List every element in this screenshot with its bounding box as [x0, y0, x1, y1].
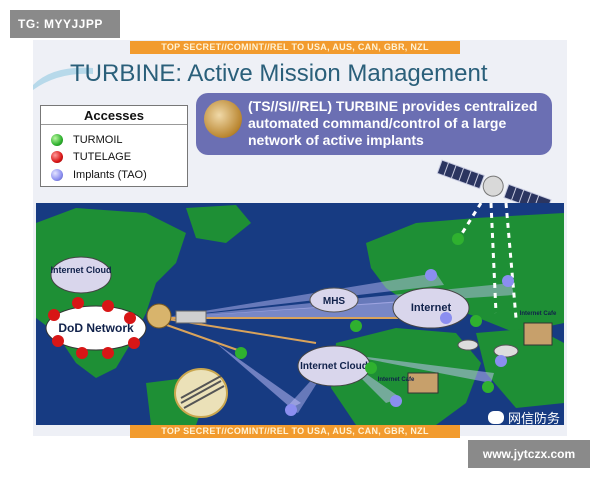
legend-item-implants: Implants (TAO) [51, 167, 147, 183]
link-line [160, 322, 247, 354]
internet-cloud-left: Internet Cloud [50, 256, 112, 294]
green-dot-icon [51, 134, 63, 146]
turbine-node-icon [146, 303, 172, 329]
turbine-callout: (TS//SI//REL) TURBINE provides centraliz… [196, 93, 552, 155]
legend-item-tutelage: TUTELAGE [51, 149, 131, 165]
legend-label: Implants (TAO) [73, 169, 147, 181]
classification-banner-bottom: TOP SECRET//COMINT//REL TO USA, AUS, CAN… [130, 425, 460, 438]
cafe-label: Internet Cafe [520, 311, 557, 317]
turbine-logo-icon [204, 100, 242, 138]
legend-label: TURMOIL [73, 134, 123, 146]
wechat-icon [488, 411, 504, 424]
mhs-cloud: MHS [309, 287, 359, 313]
internet-cloud-right: Internet [392, 287, 470, 329]
cloud-label-internet: Internet Cloud [51, 265, 112, 275]
accesses-legend: Accesses TURMOIL TUTELAGE Implants (TAO) [40, 105, 188, 187]
blue-dot-icon [51, 169, 63, 181]
top-tag: TG: MYYJJPP [10, 10, 120, 38]
legend-item-turmoil: TURMOIL [51, 132, 123, 148]
cable-bundle-icon [174, 368, 228, 418]
satellite-dish-icon [457, 339, 479, 351]
internet-cloud-center: Internet Cloud [297, 345, 371, 387]
legend-label: TUTELAGE [73, 151, 132, 163]
legend-title: Accesses [41, 108, 187, 125]
red-dot-icon [51, 151, 63, 163]
bottom-url: www.jytczx.com [468, 440, 590, 468]
classification-banner-top: TOP SECRET//COMINT//REL TO USA, AUS, CAN… [130, 41, 460, 54]
cafe-label: Internet Cafe [378, 377, 415, 383]
watermark-text: 网信防务 [508, 412, 561, 427]
router-icon [175, 310, 207, 324]
internet-cloud-label: Internet Cloud [300, 361, 368, 372]
slide-title: TURBINE: Active Mission Management [70, 60, 488, 87]
callout-text: (TS//SI//REL) TURBINE provides centraliz… [248, 98, 538, 148]
dod-network-label: DoD Network [58, 321, 134, 335]
greenland-landmass [186, 205, 251, 243]
mhs-label: MHS [323, 296, 346, 307]
world-map: Internet Cloud DoD Network MHS Internet … [36, 203, 564, 425]
wechat-watermark: 网信防务 [488, 408, 560, 427]
internet-cafe-right-icon: Internet Cafe [520, 311, 557, 346]
beam [216, 343, 301, 408]
satellite-dish-icon [493, 344, 519, 358]
